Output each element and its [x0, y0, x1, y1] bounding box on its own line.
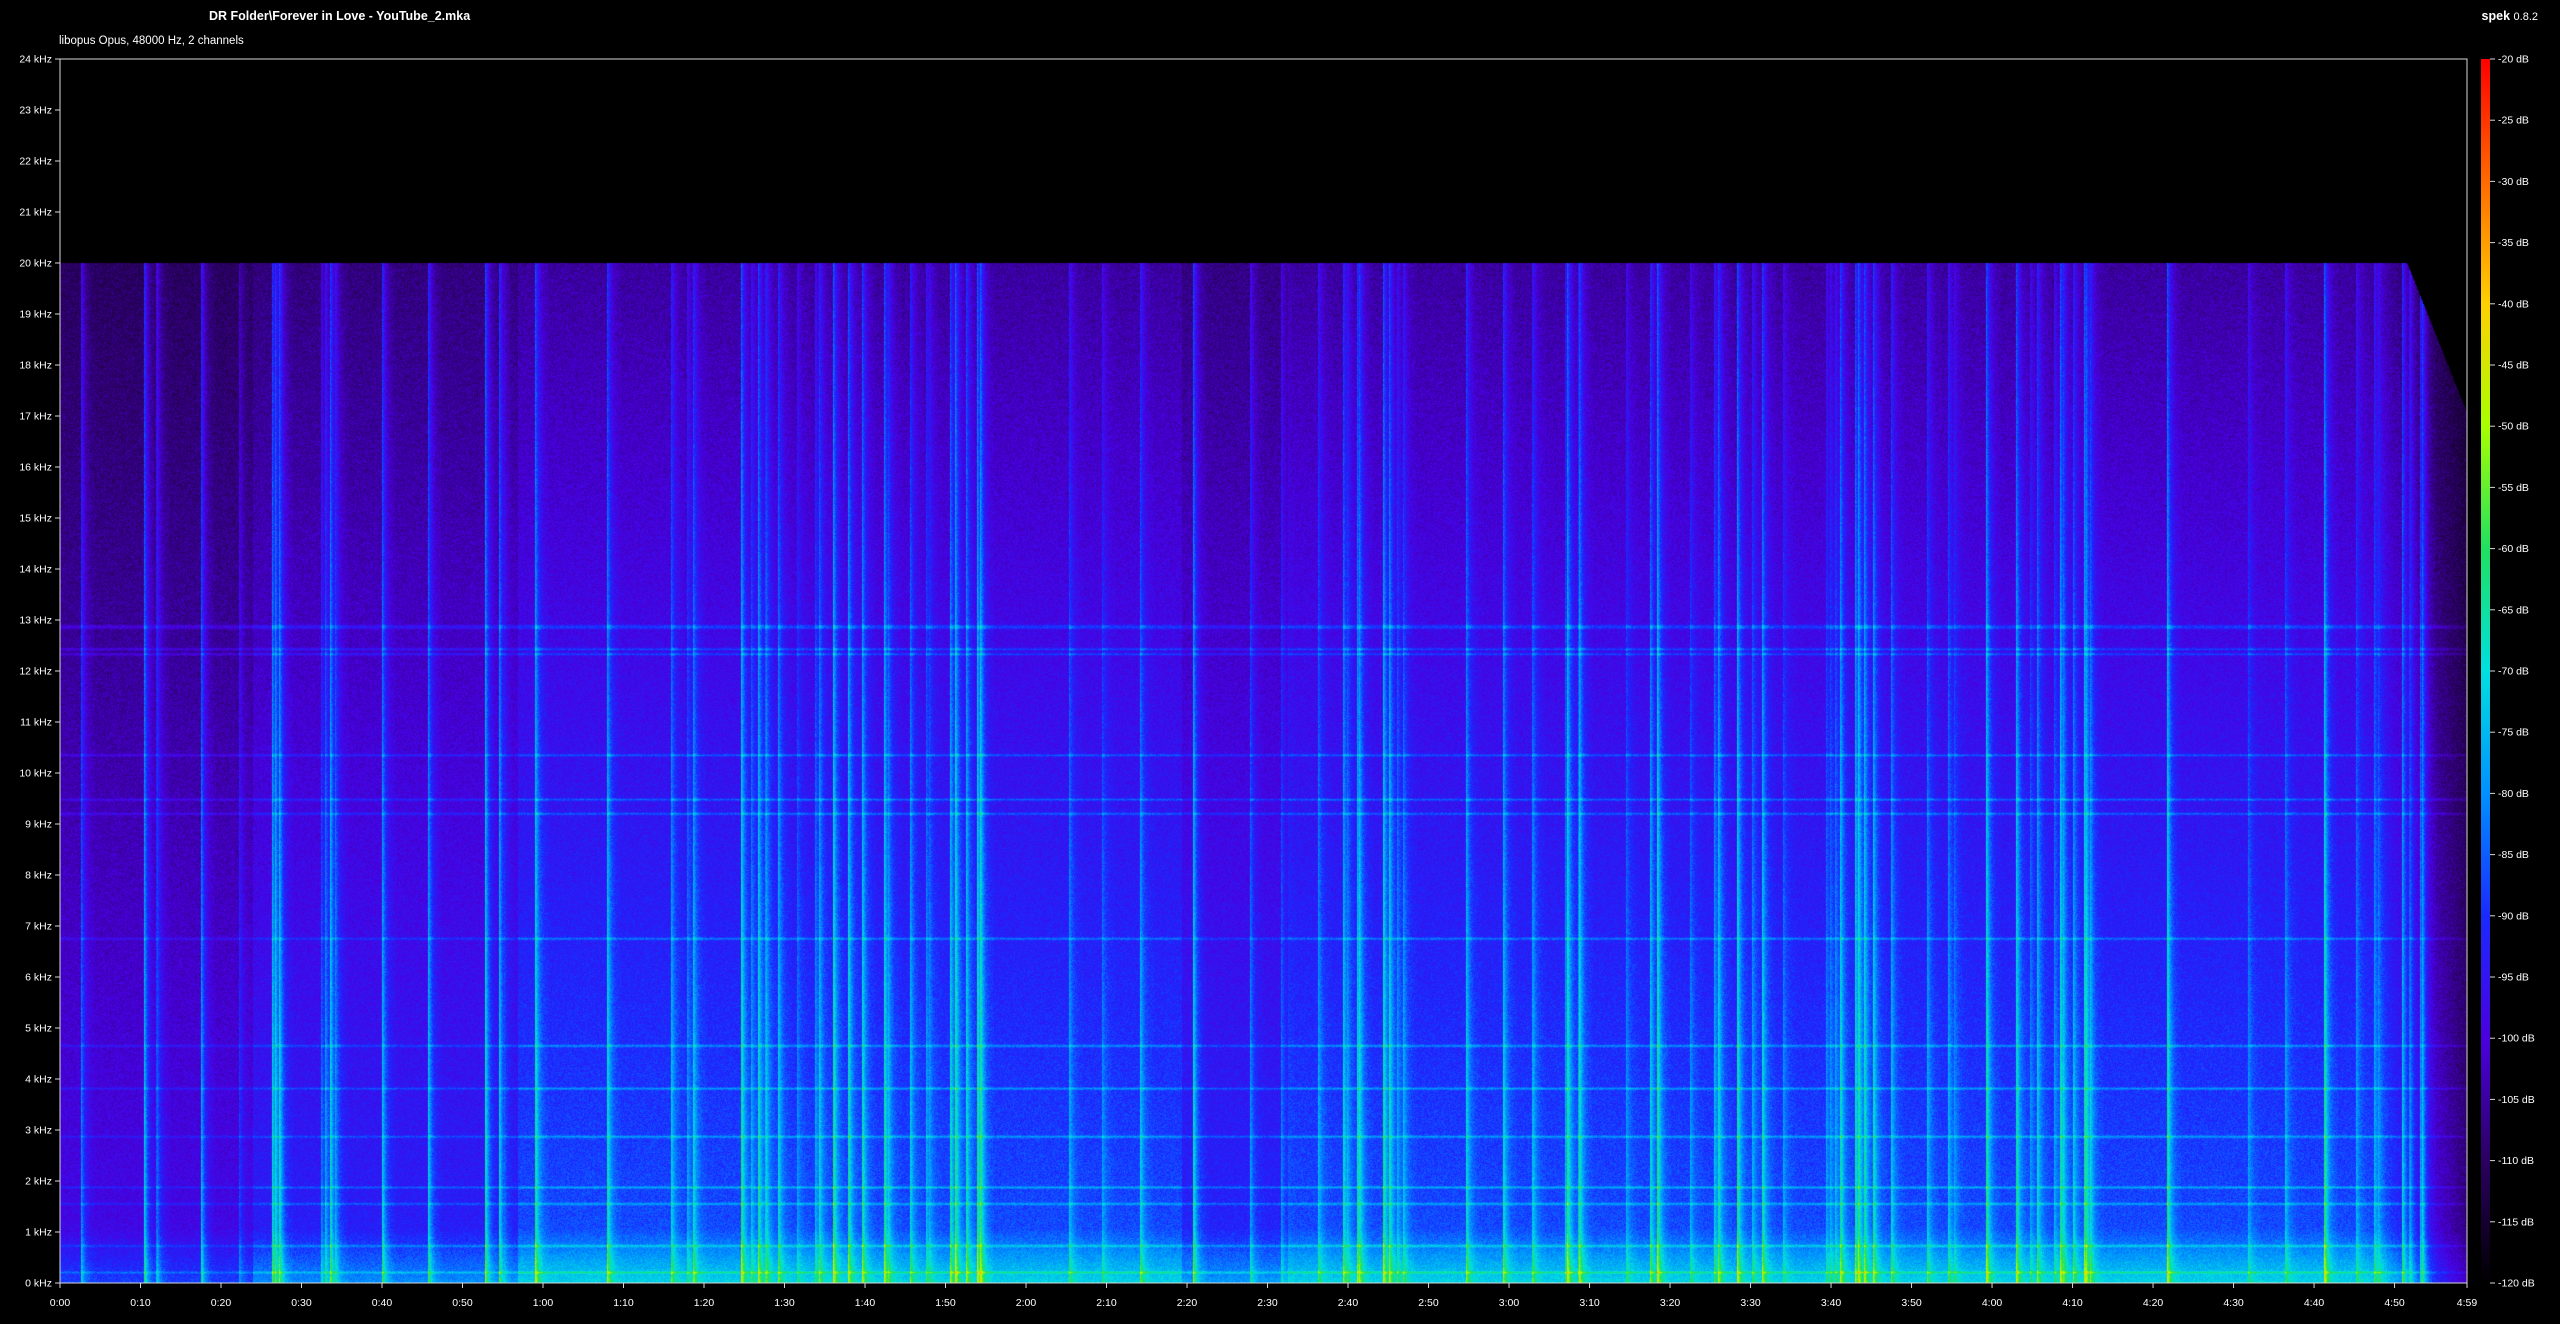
frequency-tick-label: 23 kHz — [19, 105, 52, 117]
time-tick-label: 4:50 — [2384, 1297, 2405, 1309]
frequency-tick-label: 12 kHz — [19, 666, 52, 678]
frequency-tick-label: 24 kHz — [19, 54, 52, 66]
time-tick-label: 2:50 — [1418, 1297, 1439, 1309]
time-tick-label: 0:10 — [130, 1297, 151, 1309]
frequency-tick-label: 14 kHz — [19, 564, 52, 576]
time-tick-label: 4:20 — [2143, 1297, 2164, 1309]
frequency-tick-label: 5 kHz — [25, 1023, 52, 1035]
time-tick-label: 1:20 — [694, 1297, 715, 1309]
db-tick-label: -25 dB — [2498, 115, 2529, 127]
db-tick-label: -95 dB — [2498, 972, 2529, 984]
frequency-tick-label: 18 kHz — [19, 360, 52, 372]
frequency-tick-label: 8 kHz — [25, 870, 52, 882]
frequency-tick-label: 13 kHz — [19, 615, 52, 627]
db-tick-label: -70 dB — [2498, 666, 2529, 678]
frequency-tick-label: 10 kHz — [19, 768, 52, 780]
db-tick-label: -45 dB — [2498, 360, 2529, 372]
db-tick-label: -50 dB — [2498, 421, 2529, 433]
frequency-tick-label: 7 kHz — [25, 921, 52, 933]
time-tick-label: 2:20 — [1177, 1297, 1198, 1309]
frequency-tick-label: 3 kHz — [25, 1125, 52, 1137]
time-tick-label: 4:10 — [2062, 1297, 2083, 1309]
time-tick-label: 0:30 — [291, 1297, 312, 1309]
time-tick-label: 3:40 — [1821, 1297, 1842, 1309]
time-tick-label: 2:00 — [1016, 1297, 1037, 1309]
db-tick-label: -55 dB — [2498, 482, 2529, 494]
time-tick-label: 3:30 — [1740, 1297, 1761, 1309]
frequency-tick-label: 2 kHz — [25, 1176, 52, 1188]
db-tick-label: -90 dB — [2498, 910, 2529, 922]
time-tick-label: 2:30 — [1257, 1297, 1278, 1309]
time-axis: 0:00 0:10 0:20 0:30 0:40 0:50 1:00 1:10 1:20 1:30… — [50, 1283, 2478, 1309]
time-tick-label: 3:00 — [1499, 1297, 1520, 1309]
db-tick-label: -110 dB — [2498, 1155, 2534, 1167]
time-tick-label: 1:40 — [855, 1297, 876, 1309]
frequency-tick-label: 21 kHz — [19, 207, 52, 219]
frequency-tick-label: 19 kHz — [19, 309, 52, 321]
time-tick-label: 3:10 — [1579, 1297, 1600, 1309]
frequency-tick-label: 17 kHz — [19, 411, 52, 423]
frequency-tick-label: 11 kHz — [20, 717, 52, 729]
spek-window: DR Folder\Forever in Love - YouTube_2.mk… — [0, 0, 2560, 1324]
frequency-tick-label: 9 kHz — [25, 819, 52, 831]
time-tick-label: 0:40 — [372, 1297, 393, 1309]
frequency-tick-label: 15 kHz — [19, 513, 52, 525]
db-tick-label: -60 dB — [2498, 543, 2529, 555]
frequency-tick-label: 6 kHz — [25, 972, 52, 984]
db-tick-label: -85 dB — [2498, 849, 2529, 861]
frequency-tick-label: 16 kHz — [19, 462, 52, 474]
db-tick-label: -100 dB — [2498, 1033, 2535, 1045]
time-tick-label: 1:50 — [935, 1297, 956, 1309]
time-tick-label: 4:30 — [2223, 1297, 2244, 1309]
frequency-tick-label: 22 kHz — [19, 156, 52, 168]
time-tick-label: 2:10 — [1096, 1297, 1117, 1309]
time-tick-label: 1:30 — [774, 1297, 795, 1309]
db-axis: -20 dB -25 dB -30 dB -35 dB -40 dB -45 dB -50 … — [2490, 54, 2535, 1290]
db-tick-label: -115 dB — [2498, 1216, 2534, 1228]
frequency-tick-label: 20 kHz — [19, 258, 52, 270]
plot-frame — [59, 58, 2468, 1284]
db-tick-label: -65 dB — [2498, 604, 2529, 616]
time-tick-label: 0:00 — [50, 1297, 71, 1309]
db-tick-label: -80 dB — [2498, 788, 2529, 800]
frequency-tick-label: 4 kHz — [25, 1074, 52, 1086]
time-tick-label: 4:40 — [2304, 1297, 2325, 1309]
time-tick-label: 0:20 — [211, 1297, 232, 1309]
db-tick-label: -105 dB — [2498, 1094, 2535, 1106]
db-color-bar — [2481, 59, 2490, 1283]
time-tick-label: 1:00 — [533, 1297, 554, 1309]
time-tick-label: 2:40 — [1338, 1297, 1359, 1309]
frequency-tick-label: 1 kHz — [25, 1227, 52, 1239]
time-tick-label: 3:20 — [1660, 1297, 1681, 1309]
db-tick-label: -30 dB — [2498, 176, 2529, 188]
frequency-axis: 0 kHz 1 kHz 2 kHz 3 kHz 4 kHz 5 kHz 6 kHz 7 kHz… — [19, 54, 60, 1290]
db-tick-label: -40 dB — [2498, 298, 2529, 310]
time-tick-label: 0:50 — [452, 1297, 473, 1309]
spectrogram-axes: 0 kHz 1 kHz 2 kHz 3 kHz 4 kHz 5 kHz 6 kHz 7 kHz… — [19, 54, 2535, 1310]
frequency-tick-label: 0 kHz — [25, 1278, 52, 1290]
db-tick-label: -75 dB — [2498, 727, 2529, 739]
db-tick-label: -35 dB — [2498, 237, 2529, 249]
db-tick-label: -20 dB — [2498, 54, 2529, 66]
db-tick-label: -120 dB — [2498, 1278, 2535, 1290]
time-tick-label: 1:10 — [613, 1297, 634, 1309]
time-tick-label: 4:00 — [1982, 1297, 2003, 1309]
time-tick-label: 3:50 — [1901, 1297, 1922, 1309]
time-tick-label: 4:59 — [2457, 1297, 2478, 1309]
